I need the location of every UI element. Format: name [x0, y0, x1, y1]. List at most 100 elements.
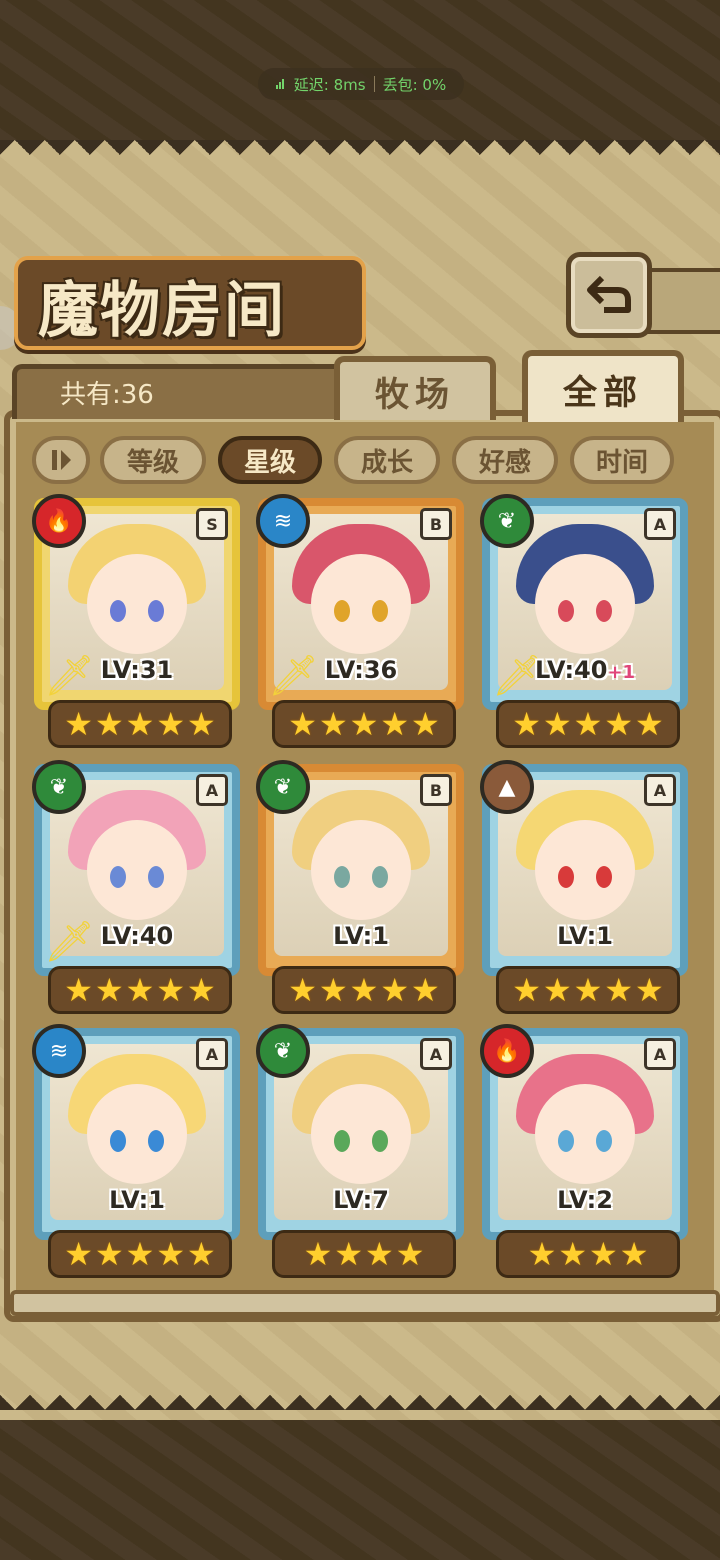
- portrait-face: [87, 820, 187, 920]
- portrait-eye-left: [558, 1130, 574, 1152]
- star-icon: ★: [573, 971, 603, 1009]
- portrait-face: [311, 1084, 411, 1184]
- portrait-eye-right: [596, 866, 612, 888]
- star-icon: ★: [604, 705, 634, 743]
- nature-element-icon: ❦: [256, 760, 310, 814]
- water-element-icon: ≋: [32, 1024, 86, 1078]
- level-label: LV:40: [34, 922, 240, 950]
- sort-time-button[interactable]: 时间: [570, 436, 674, 484]
- sort-level-button[interactable]: 等级: [100, 436, 206, 484]
- portrait-eye-right: [148, 1130, 164, 1152]
- tab-all[interactable]: 全部: [522, 350, 684, 422]
- sort-stars-button[interactable]: 星级: [218, 436, 322, 484]
- star-icon: ★: [542, 971, 572, 1009]
- level-label: LV:1: [482, 922, 688, 950]
- star-icon: ★: [365, 1235, 394, 1273]
- panel-bottom-rail: [10, 1290, 720, 1316]
- level-value: LV:31: [100, 656, 174, 684]
- star-icon: ★: [94, 971, 124, 1009]
- star-icon: ★: [187, 705, 216, 743]
- tab-pasture-label: 牧场: [375, 374, 455, 415]
- monster-card[interactable]: ❦A🗡LV:40★★★★★: [32, 760, 240, 1014]
- signal-icon: [275, 79, 284, 89]
- sort-growth-button[interactable]: 成长: [334, 436, 440, 484]
- monster-card[interactable]: ❦A🗡LV:40+1★★★★★: [480, 494, 688, 748]
- earth-element-icon: ▲: [480, 760, 534, 814]
- star-icon: ★: [64, 971, 93, 1009]
- level-value: LV:1: [557, 922, 613, 950]
- tab-pasture[interactable]: 牧场: [334, 356, 496, 420]
- rank-badge: A: [644, 1038, 676, 1070]
- sort-level-label: 等级: [126, 447, 179, 478]
- monster-card[interactable]: 🔥 A LV:2 ★ ★ ★ ★: [480, 1024, 688, 1278]
- sort-affection-button[interactable]: 好感: [452, 436, 558, 484]
- portrait-eye-right: [372, 1130, 388, 1152]
- rank-badge: A: [420, 1038, 452, 1070]
- star-icon: ★: [334, 1235, 363, 1273]
- level-label: LV:31: [34, 656, 240, 684]
- background-bottom: [0, 1400, 720, 1560]
- star-icon: ★: [349, 971, 379, 1009]
- star-icon: ★: [156, 1235, 186, 1273]
- star-icon: ★: [512, 971, 541, 1009]
- star-rating: ★ ★ ★ ★ ★: [48, 700, 232, 748]
- level-label: LV:1: [258, 922, 464, 950]
- sort-affection-label: 好感: [478, 447, 531, 478]
- back-button[interactable]: [566, 252, 652, 338]
- monster-card[interactable]: 🔥S🗡LV:31★★★★★: [32, 494, 240, 748]
- star-rating: ★ ★ ★ ★ ★: [48, 966, 232, 1014]
- star-icon: ★: [318, 705, 348, 743]
- portrait-face: [535, 820, 635, 920]
- star-icon: ★: [604, 971, 634, 1009]
- star-icon: ★: [635, 705, 664, 743]
- level-value: LV:2: [557, 1186, 613, 1214]
- star-icon: ★: [288, 705, 317, 743]
- level-label: LV:7: [258, 1186, 464, 1214]
- star-icon: ★: [156, 705, 186, 743]
- star-icon: ★: [411, 705, 440, 743]
- pause-sort-icon: [52, 450, 71, 470]
- portrait-eye-right: [596, 1130, 612, 1152]
- sort-stars-label: 星级: [243, 447, 296, 478]
- rank-badge: S: [196, 508, 228, 540]
- level-label: LV:2: [482, 1186, 688, 1214]
- portrait-face: [87, 1084, 187, 1184]
- monster-card[interactable]: ❦ B LV:1 ★ ★ ★ ★ ★: [256, 760, 464, 1014]
- level-bonus: +1: [607, 662, 636, 683]
- level-label: LV:1: [34, 1186, 240, 1214]
- monster-card[interactable]: ≋B🗡LV:36★★★★★: [256, 494, 464, 748]
- star-icon: ★: [411, 971, 440, 1009]
- water-element-icon: ≋: [256, 494, 310, 548]
- star-rating: ★ ★ ★ ★: [496, 1230, 680, 1278]
- star-rating: ★ ★ ★ ★: [272, 1230, 456, 1278]
- portrait-eye-left: [558, 866, 574, 888]
- monster-card[interactable]: ▲ A LV:1 ★ ★ ★ ★ ★: [480, 760, 688, 1014]
- rank-badge: B: [420, 508, 452, 540]
- star-icon: ★: [156, 971, 186, 1009]
- star-icon: ★: [318, 971, 348, 1009]
- tab-all-label: 全部: [563, 372, 643, 413]
- rank-badge: A: [196, 1038, 228, 1070]
- portrait-eye-left: [334, 1130, 350, 1152]
- portrait-eye-left: [334, 866, 350, 888]
- sort-toggle-button[interactable]: [32, 436, 90, 484]
- sort-time-label: 时间: [595, 447, 648, 478]
- nature-element-icon: ❦: [32, 760, 86, 814]
- portrait-eye-left: [110, 600, 126, 622]
- portrait-eye-left: [110, 1130, 126, 1152]
- zigzag-edge-top: [0, 140, 720, 170]
- level-value: LV:1: [333, 922, 389, 950]
- portrait-face: [87, 554, 187, 654]
- monster-count: 共有:36: [60, 380, 154, 410]
- divider: [373, 76, 375, 92]
- star-icon: ★: [64, 705, 93, 743]
- star-icon: ★: [527, 1235, 557, 1273]
- monster-card[interactable]: ≋ A LV:1 ★ ★ ★ ★ ★: [32, 1024, 240, 1278]
- portrait-eye-right: [596, 600, 612, 622]
- star-icon: ★: [512, 705, 541, 743]
- back-arrow-icon: [587, 275, 631, 313]
- network-status: 延迟: 8ms 丢包: 0%: [258, 68, 464, 100]
- monster-card[interactable]: ❦ A LV:7 ★ ★ ★ ★: [256, 1024, 464, 1278]
- rank-badge: A: [644, 508, 676, 540]
- star-icon: ★: [303, 1235, 333, 1273]
